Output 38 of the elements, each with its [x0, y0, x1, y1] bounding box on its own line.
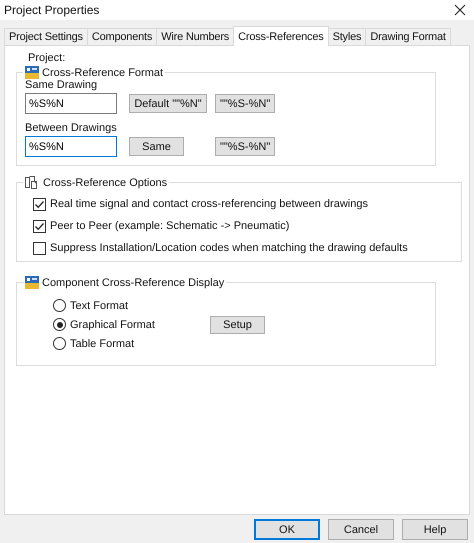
field-label: Between Drawings: [25, 122, 118, 134]
tab[interactable]: Components: [86, 28, 158, 45]
tab[interactable]: Styles: [328, 28, 366, 45]
project-label: Project:: [28, 52, 66, 64]
group-title: Cross-Reference Format: [42, 66, 164, 78]
dialog-button[interactable]: Help: [402, 519, 468, 540]
checkbox-label: Peer to Peer (example: Schematic -> Pneumatic): [50, 220, 290, 232]
radio-label: Graphical Format: [70, 318, 155, 330]
format-button[interactable]: ""%S-%N": [215, 137, 275, 156]
radio-label: Table Format: [70, 338, 134, 350]
radio-button[interactable]: [53, 299, 66, 312]
format-button[interactable]: Same: [129, 137, 184, 156]
radio-label: Text Format: [70, 300, 128, 312]
group-title: Cross-Reference Options: [43, 176, 168, 188]
dialog-button[interactable]: Cancel: [328, 519, 394, 540]
grid-icon: [25, 66, 39, 79]
field-label: Same Drawing: [25, 79, 98, 91]
setup-button[interactable]: Setup: [210, 316, 265, 334]
group-title: Component Cross-Reference Display: [42, 276, 224, 288]
grid-icon: [25, 276, 39, 289]
tab[interactable]: Cross-References: [233, 26, 329, 46]
window-title: Project Properties: [4, 3, 100, 17]
close-icon[interactable]: [454, 4, 466, 16]
input-field[interactable]: %S%N: [25, 93, 117, 114]
checkbox[interactable]: [33, 220, 46, 232]
format-button[interactable]: Default ""%N": [129, 94, 207, 113]
radio-button[interactable]: [53, 318, 66, 331]
tab[interactable]: Project Settings: [4, 28, 88, 45]
dialog-button[interactable]: OK: [254, 519, 320, 540]
input-field[interactable]: %S%N: [25, 136, 117, 157]
format-button[interactable]: ""%S-%N": [215, 94, 275, 113]
checkbox-label: Real time signal and contact cross-referencing between drawings: [50, 198, 368, 210]
radio-button[interactable]: [53, 337, 66, 350]
tab[interactable]: Drawing Format: [365, 28, 451, 45]
checkbox-label: Suppress Installation/Location codes when matching the drawing defaults: [50, 242, 408, 254]
checkbox[interactable]: [33, 198, 46, 210]
pages-icon: [25, 176, 40, 189]
checkbox[interactable]: [33, 242, 46, 254]
